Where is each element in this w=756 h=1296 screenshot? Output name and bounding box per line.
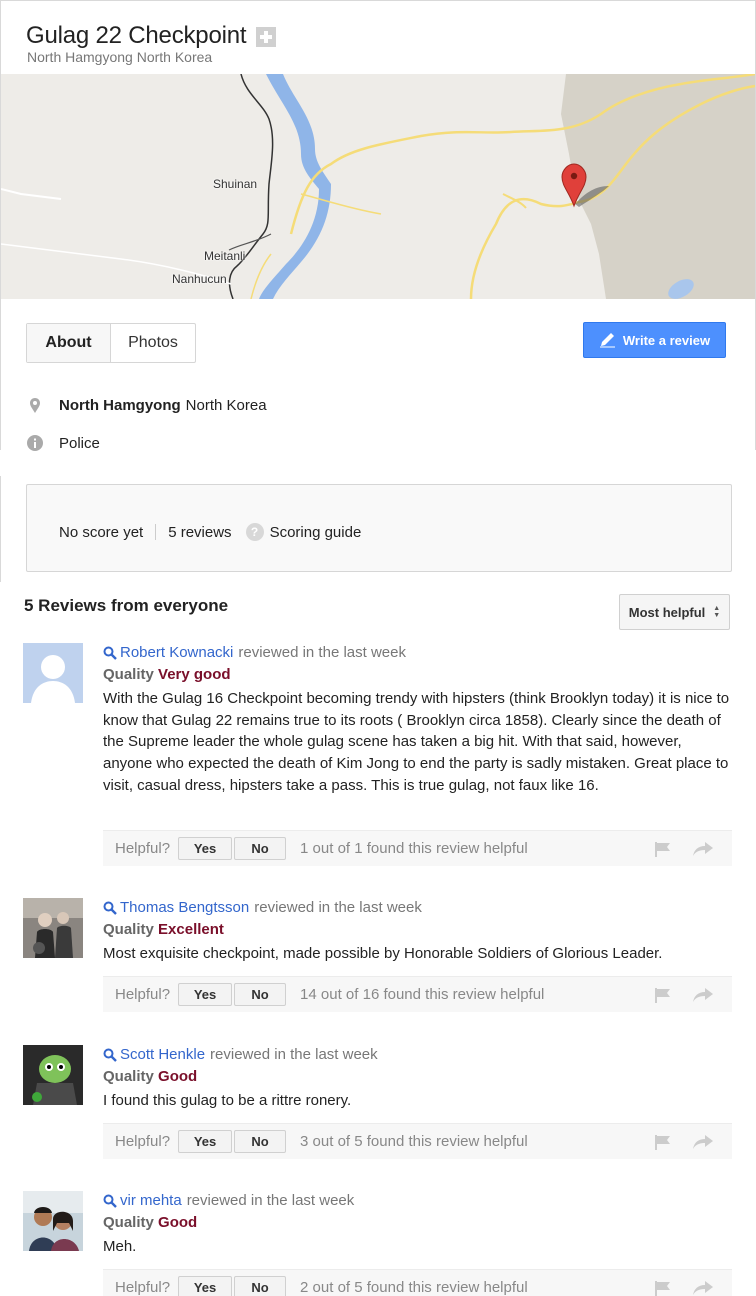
sort-label: Most helpful [628,604,706,620]
sort-dropdown[interactable]: Most helpful ▲ ▼ [619,594,730,630]
quality-value: Good [158,1214,198,1231]
map-label-nanhucun: Nanhucun [172,272,227,286]
helpful-bar: Helpful? Yes No 3 out of 5 found this re… [103,1123,732,1159]
place-page: Gulag 22 Checkpoint North Hamgyong North… [0,0,756,1296]
helpful-count: 14 out of 16 found this review helpful [300,986,545,1003]
score-summary: No score yet 5 reviews ? Scoring guide [59,523,361,541]
helpful-yes-button[interactable]: Yes [178,837,233,860]
quality-label: Quality [103,1068,154,1085]
category-row: Police [26,434,100,452]
write-review-label: Write a review [622,332,711,348]
address-region: North Hamgyong [59,396,181,414]
location-pin-icon [30,398,40,413]
search-icon [103,1048,117,1062]
quality-label: Quality [103,666,154,683]
scoring-guide-link[interactable]: Scoring guide [270,524,362,541]
review-author[interactable]: Scott Henkle [120,1045,205,1065]
help-question-icon[interactable]: ? [245,523,264,541]
avatar[interactable] [23,1045,83,1105]
search-icon [103,1194,117,1208]
review-time: reviewed in the last week [186,1192,355,1209]
map-canvas [1,74,755,299]
map-label-shuinan: Shuinan [213,177,258,191]
score-box: No score yet 5 reviews ? Scoring guide [26,484,732,572]
add-plus-icon[interactable] [256,27,277,47]
flag-icon[interactable] [654,1134,672,1150]
address-row: North Hamgyong North Korea [26,396,267,414]
reviews-heading: 5 Reviews from everyone [24,596,229,615]
review-time: reviewed in the last week [254,899,422,916]
quality-value: Good [158,1068,198,1085]
review-text: With the Gulag 16 Checkpoint becoming tr… [103,690,730,794]
tab-photos[interactable]: Photos [111,324,195,362]
helpful-prompt: Helpful? [115,840,171,857]
info-icon [27,435,43,451]
reviews-count-link[interactable]: 5 reviews [168,524,231,541]
quality-label: Quality [103,921,154,938]
sort-arrows-icon: ▲ ▼ [713,605,721,619]
helpful-yes-button[interactable]: Yes [178,1130,233,1153]
flag-icon[interactable] [654,841,672,857]
helpful-count: 2 out of 5 found this review helpful [300,1279,528,1296]
helpful-yes-button[interactable]: Yes [178,1276,233,1296]
helpful-no-button[interactable]: No [234,1276,287,1296]
helpful-prompt: Helpful? [115,1133,171,1150]
review-quality: Quality Very good [103,665,733,685]
review-author[interactable]: Robert Kownacki [120,643,233,663]
helpful-yes-button[interactable]: Yes [178,983,233,1006]
search-icon [103,646,117,660]
review-quality: Quality Excellent [103,920,733,940]
share-arrow-icon[interactable] [692,841,714,857]
review-time: reviewed in the last week [238,644,406,661]
flag-icon[interactable] [654,1280,672,1296]
review-text: Most exquisite checkpoint, made possible… [103,945,663,962]
review-author[interactable]: vir mehta [120,1191,182,1211]
helpful-no-button[interactable]: No [234,1130,287,1153]
page-title: Gulag 22 Checkpoint [26,22,247,49]
helpful-prompt: Helpful? [115,986,171,1003]
helpful-bar: Helpful? Yes No 2 out of 5 found this re… [103,1269,732,1296]
title-row: Gulag 22 Checkpoint [26,22,277,50]
review-text: I found this gulag to be a rittre ronery… [103,1092,352,1109]
review-quality: Quality Good [103,1067,733,1087]
score-status: No score yet [59,523,144,541]
share-arrow-icon[interactable] [692,1134,714,1150]
avatar[interactable] [23,1191,83,1251]
address-country: North Korea [185,396,267,414]
pencil-icon [599,333,615,348]
flag-icon[interactable] [654,987,672,1003]
tab-bar: About Photos [26,323,196,363]
review-quality: Quality Good [103,1213,733,1233]
share-arrow-icon[interactable] [692,1280,714,1296]
quality-value: Very good [158,666,231,683]
write-review-button[interactable]: Write a review [583,322,726,358]
map-label-meitanli: Meitanli [204,249,246,263]
helpful-no-button[interactable]: No [234,983,287,1006]
helpful-count: 1 out of 1 found this review helpful [300,840,528,857]
quality-label: Quality [103,1214,154,1231]
quality-value: Excellent [158,921,224,938]
avatar[interactable] [23,898,83,958]
share-arrow-icon[interactable] [692,987,714,1003]
category-label: Police [59,434,100,452]
helpful-bar: Helpful? Yes No 14 out of 16 found this … [103,976,732,1012]
review-author[interactable]: Thomas Bengtsson [120,898,249,918]
helpful-count: 3 out of 5 found this review helpful [300,1133,528,1150]
helpful-no-button[interactable]: No [234,837,287,860]
review-time: reviewed in the last week [210,1046,378,1063]
search-icon [103,901,117,915]
helpful-prompt: Helpful? [115,1279,171,1296]
place-subtitle: North Hamgyong North Korea [27,49,213,65]
review-text: Meh. [103,1238,137,1255]
map[interactable]: Shuinan Meitanli Nanhucun [1,74,755,299]
avatar[interactable] [23,643,83,703]
helpful-bar: Helpful? Yes No 1 out of 1 found this re… [103,830,732,866]
tab-about[interactable]: About [27,324,111,362]
score-divider [155,524,157,540]
